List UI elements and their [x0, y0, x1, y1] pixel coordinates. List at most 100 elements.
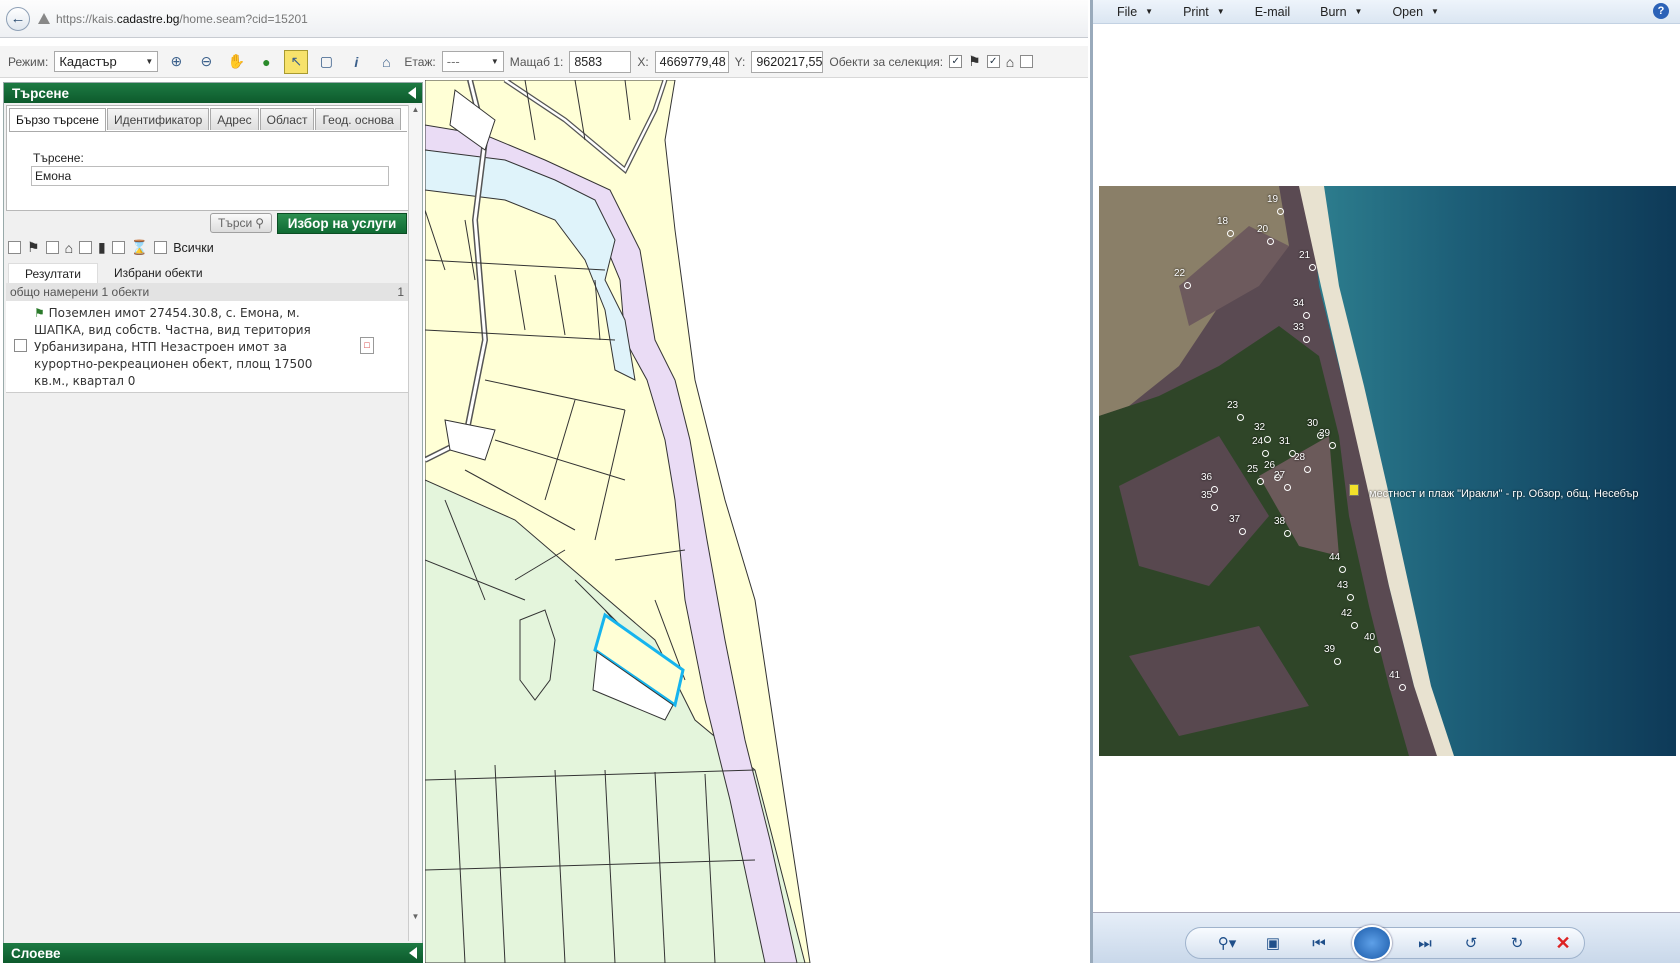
survey-point-marker[interactable]	[1284, 484, 1291, 491]
tab-address[interactable]: Адрес	[210, 108, 259, 130]
search-button[interactable]: Търси ⚲	[210, 213, 272, 233]
filter-points-checkbox[interactable]	[111, 241, 125, 254]
survey-point-marker[interactable]	[1329, 442, 1336, 449]
select-arrow-icon[interactable]: ↖	[284, 49, 309, 74]
menu-file[interactable]: File ▼	[1117, 5, 1153, 19]
survey-point-marker[interactable]	[1184, 282, 1191, 289]
building-search-icon[interactable]: ⌂	[374, 50, 398, 74]
scroll-down-icon[interactable]: ▼	[409, 912, 422, 921]
url-prefix: https://kais.	[56, 11, 117, 26]
survey-point-marker[interactable]	[1304, 466, 1311, 473]
search-panel: Търсене Бързо търсене Идентификатор Адре…	[3, 82, 423, 963]
scale-input[interactable]: 8583	[569, 50, 632, 73]
survey-point-marker[interactable]	[1334, 658, 1341, 665]
slideshow-icon[interactable]	[1352, 925, 1392, 961]
next-icon[interactable]: ⏭	[1412, 932, 1438, 954]
survey-point-marker[interactable]	[1227, 230, 1234, 237]
survey-point-label: 37	[1229, 514, 1241, 525]
collapse-arrow-icon[interactable]	[409, 947, 417, 959]
survey-point-marker[interactable]	[1339, 566, 1346, 573]
map-toolbar: Режим: Кадастър ▼ ⊕ ⊖ ✋ ● ↖ ▢ i ⌂ Етаж: -…	[0, 46, 1088, 78]
survey-point-marker[interactable]	[1347, 594, 1354, 601]
map-canvas[interactable]	[425, 80, 1088, 963]
survey-point-marker[interactable]	[1284, 530, 1291, 537]
survey-point-marker[interactable]	[1211, 504, 1218, 511]
search-label: Търсене:	[33, 151, 84, 165]
pan-hand-icon[interactable]: ✋	[224, 50, 248, 74]
survey-point-marker[interactable]	[1351, 622, 1358, 629]
tab-selected-objects[interactable]: Избрани обекти	[98, 263, 219, 283]
survey-point-marker[interactable]	[1262, 450, 1269, 457]
menu-email-label: E-mail	[1254, 4, 1291, 19]
chevron-down-icon: ▼	[1354, 7, 1363, 16]
survey-point-marker[interactable]	[1267, 238, 1274, 245]
url-field[interactable]: https://kais.cadastre.bg/home.seam?cid=1…	[56, 12, 308, 26]
survey-point-marker[interactable]	[1239, 528, 1246, 535]
search-panel-header[interactable]: Търсене	[4, 83, 422, 103]
scale-label: Мащаб 1:	[509, 54, 564, 69]
filter-units-checkbox[interactable]	[79, 241, 93, 254]
placemark-icon[interactable]	[1349, 484, 1359, 496]
tab-results[interactable]: Резултати	[8, 263, 98, 283]
select-parcels-checkbox[interactable]: ✓	[949, 55, 963, 68]
result-text: Поземлен имот 27454.30.8, с. Емона, м. Ш…	[34, 306, 313, 388]
search-input[interactable]: Емона	[31, 166, 389, 186]
result-description: ⚑ Поземлен имот 27454.30.8, с. Емона, м.…	[34, 305, 334, 390]
layers-panel-header[interactable]: Слоеве	[3, 943, 423, 963]
survey-point-marker[interactable]	[1309, 264, 1316, 271]
filter-all-checkbox[interactable]	[154, 241, 168, 254]
menu-burn[interactable]: Burn ▼	[1320, 5, 1362, 19]
fit-window-icon[interactable]: ▣	[1260, 932, 1286, 954]
menu-open[interactable]: Open ▼	[1392, 5, 1439, 19]
satellite-image	[1099, 186, 1676, 756]
mode-select[interactable]: Кадастър ▼	[54, 51, 159, 72]
survey-point-marker[interactable]	[1264, 436, 1271, 443]
mode-label: Режим:	[8, 54, 49, 69]
select-units-checkbox[interactable]	[1020, 55, 1034, 68]
cadastral-map[interactable]	[425, 80, 1088, 963]
tab-quick-search[interactable]: Бързо търсене	[9, 108, 106, 131]
tab-identifier[interactable]: Идентификатор	[106, 108, 210, 130]
select-box-icon[interactable]: ▢	[314, 50, 338, 74]
previous-icon[interactable]: ⏮	[1306, 932, 1332, 954]
zoom-out-icon[interactable]: ⊖	[194, 50, 218, 74]
filter-buildings-checkbox[interactable]	[45, 241, 59, 254]
choose-services-button[interactable]: Избор на услуги	[277, 213, 407, 234]
survey-point-marker[interactable]	[1277, 208, 1284, 215]
help-icon[interactable]: ?	[1653, 3, 1669, 19]
survey-point-marker[interactable]	[1303, 312, 1310, 319]
menu-email[interactable]: E-mail	[1255, 5, 1290, 19]
scroll-up-icon[interactable]: ▲	[409, 105, 422, 114]
survey-point-marker[interactable]	[1399, 684, 1406, 691]
zoom-in-icon[interactable]: ⊕	[164, 50, 188, 74]
zoom-icon[interactable]: ⚲▾	[1214, 932, 1240, 954]
survey-point-marker[interactable]	[1257, 478, 1264, 485]
survey-point-marker[interactable]	[1303, 336, 1310, 343]
info-icon[interactable]: i	[344, 50, 368, 74]
rotate-right-icon[interactable]: ↻	[1504, 932, 1530, 954]
select-buildings-checkbox[interactable]: ✓	[986, 55, 1000, 68]
tab-geodetic-base[interactable]: Геод. основа	[315, 108, 401, 130]
survey-point-marker[interactable]	[1237, 414, 1244, 421]
survey-point-label: 34	[1293, 298, 1305, 309]
document-icon[interactable]: □	[360, 337, 374, 354]
result-checkbox[interactable]	[14, 339, 27, 352]
delete-icon[interactable]: ✕	[1550, 932, 1576, 954]
tab-region[interactable]: Област	[259, 108, 315, 130]
y-coordinate-field[interactable]: 9620217,55	[751, 50, 824, 73]
survey-point-label: 38	[1274, 516, 1286, 527]
url-domain: cadastre.bg	[116, 11, 180, 26]
list-item[interactable]: ⚑ Поземлен имот 27454.30.8, с. Емона, м.…	[6, 301, 408, 393]
rotate-left-icon[interactable]: ↺	[1458, 932, 1484, 954]
globe-icon[interactable]: ●	[254, 50, 278, 74]
mode-value: Кадастър	[59, 54, 117, 69]
survey-point-marker[interactable]	[1374, 646, 1381, 653]
x-coordinate-field[interactable]: 4669779,48	[654, 50, 729, 73]
search-form: Бързо търсене Идентификатор Адрес Област…	[6, 105, 410, 211]
floor-select[interactable]: --- ▼	[441, 51, 504, 72]
back-icon[interactable]: ←	[6, 6, 30, 31]
results-scrollbar[interactable]: ▲ ▼	[408, 105, 422, 941]
filter-parcels-checkbox[interactable]	[8, 241, 21, 254]
menu-print[interactable]: Print ▼	[1183, 5, 1225, 19]
collapse-arrow-icon[interactable]	[408, 87, 416, 99]
